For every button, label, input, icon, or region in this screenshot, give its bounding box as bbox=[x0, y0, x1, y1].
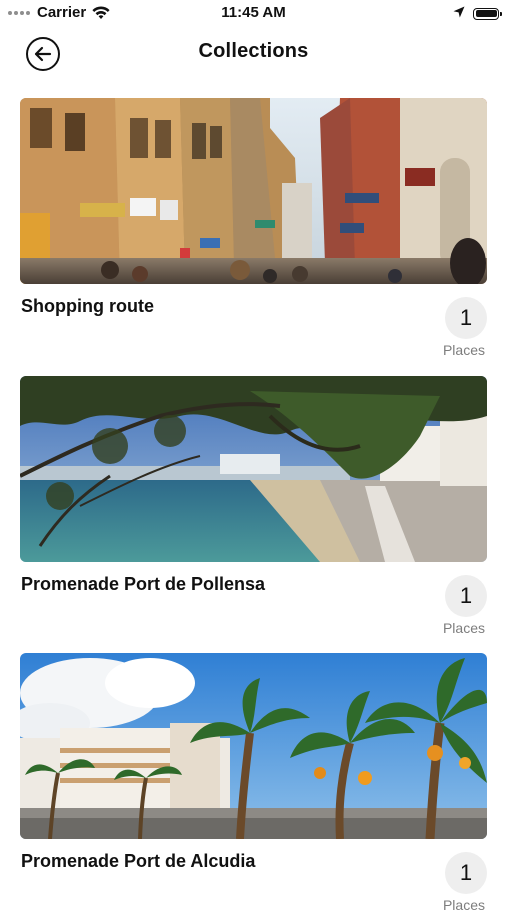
collection-image[interactable] bbox=[20, 98, 487, 284]
status-bar: Carrier 11:45 AM bbox=[0, 0, 507, 28]
places-count-label: Places bbox=[442, 342, 485, 358]
collection-card-port-de-alcudia[interactable]: Promenade Port de Alcudia 1 Places bbox=[20, 653, 487, 913]
places-count-badge: 1 bbox=[445, 297, 487, 339]
collection-title: Promenade Port de Alcudia bbox=[21, 851, 256, 871]
places-count-badge: 1 bbox=[445, 575, 487, 617]
nav-bar: Collections bbox=[0, 30, 507, 76]
battery-icon bbox=[473, 7, 502, 20]
collection-title: Shopping route bbox=[21, 296, 154, 316]
page-title: Collections bbox=[198, 40, 309, 62]
collection-image[interactable] bbox=[20, 376, 487, 562]
places-count-badge: 1 bbox=[445, 852, 487, 894]
status-right bbox=[453, 5, 502, 22]
collection-card-shopping-route[interactable]: Shopping route 1 Places bbox=[20, 98, 487, 358]
collection-title: Promenade Port de Pollensa bbox=[21, 574, 266, 594]
location-arrow-icon bbox=[453, 5, 465, 22]
collection-card-port-de-pollensa[interactable]: Promenade Port de Pollensa 1 Places bbox=[20, 376, 487, 636]
places-count-label: Places bbox=[442, 897, 485, 913]
clock: 11:45 AM bbox=[221, 4, 286, 21]
places-count-label: Places bbox=[442, 620, 485, 636]
collection-image[interactable] bbox=[20, 653, 487, 839]
